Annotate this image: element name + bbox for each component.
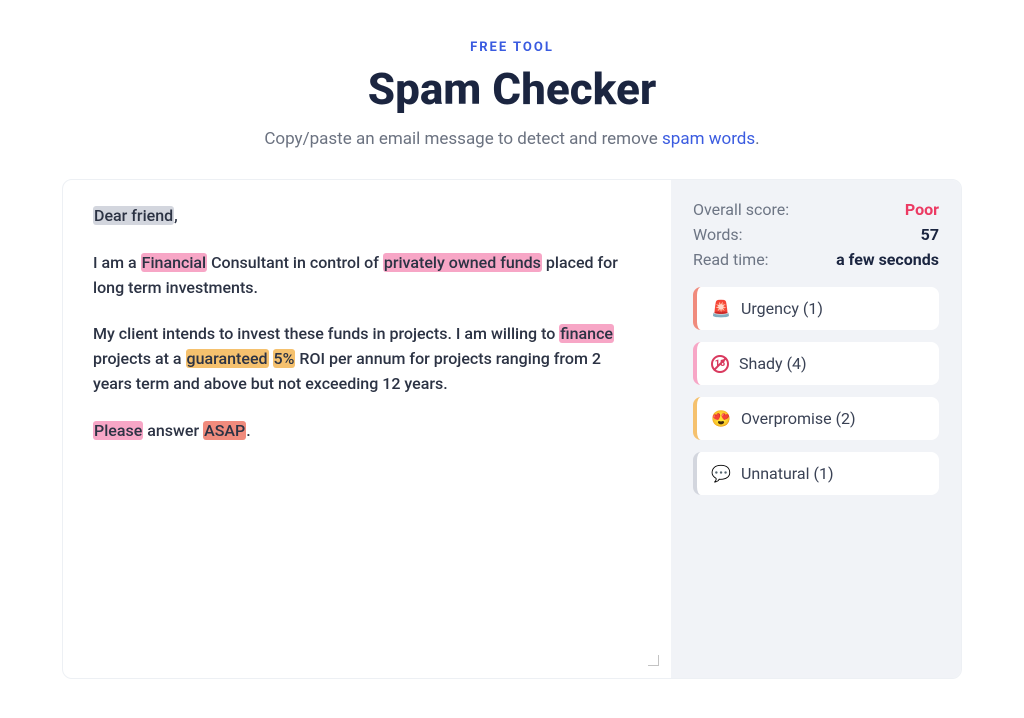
page-title: Spam Checker bbox=[368, 63, 656, 115]
category-label: Overpromise (2) bbox=[741, 409, 856, 428]
email-paragraph: I am a Financial Consultant in control o… bbox=[93, 251, 641, 301]
eyebrow-label: FREE TOOL bbox=[470, 40, 554, 55]
highlight-urgent[interactable]: ASAP bbox=[203, 421, 246, 440]
category-shady[interactable]: 18 Shady (4) bbox=[693, 342, 939, 385]
chat-icon: 💬 bbox=[711, 464, 731, 483]
no-18-icon: 18 bbox=[711, 355, 729, 373]
highlight-unnatural[interactable]: Dear friend bbox=[93, 206, 174, 225]
highlight-shady[interactable]: Please bbox=[93, 421, 143, 440]
siren-icon: 🚨 bbox=[711, 299, 731, 318]
email-paragraph: My client intends to invest these funds … bbox=[93, 322, 641, 396]
stat-words-label: Words: bbox=[693, 225, 743, 244]
stat-overall-label: Overall score: bbox=[693, 200, 789, 219]
category-unnatural[interactable]: 💬 Unnatural (1) bbox=[693, 452, 939, 495]
email-paragraph: Please answer ASAP. bbox=[93, 419, 641, 444]
subtitle-post: . bbox=[755, 129, 759, 149]
category-label: Urgency (1) bbox=[741, 299, 823, 318]
page-subtitle: Copy/paste an email message to detect an… bbox=[264, 129, 759, 149]
highlight-shady[interactable]: Financial bbox=[141, 253, 207, 272]
stat-readtime-label: Read time: bbox=[693, 250, 769, 269]
email-paragraph: Dear friend, bbox=[93, 204, 641, 229]
category-label: Unnatural (1) bbox=[741, 464, 834, 483]
category-label: Shady (4) bbox=[739, 354, 807, 373]
spam-words-link[interactable]: spam words bbox=[662, 129, 755, 149]
stat-words-value: 57 bbox=[921, 225, 939, 244]
stat-readtime-value: a few seconds bbox=[836, 250, 939, 269]
main-panel: Dear friend, I am a Financial Consultant… bbox=[62, 179, 962, 679]
results-sidebar: Overall score: Poor Words: 57 Read time:… bbox=[671, 180, 961, 678]
category-over[interactable]: 😍 Overpromise (2) bbox=[693, 397, 939, 440]
highlight-shady[interactable]: privately owned funds bbox=[383, 253, 542, 272]
highlight-shady[interactable]: finance bbox=[559, 324, 614, 343]
stat-overall-value: Poor bbox=[905, 200, 939, 219]
stat-readtime: Read time: a few seconds bbox=[693, 250, 939, 269]
category-list: 🚨 Urgency (1) 18 Shady (4) 😍 Overpromise (2) 💬… bbox=[693, 287, 939, 495]
subtitle-pre: Copy/paste an email message to detect an… bbox=[264, 129, 662, 149]
stat-overall: Overall score: Poor bbox=[693, 200, 939, 219]
email-editor[interactable]: Dear friend, I am a Financial Consultant… bbox=[63, 180, 671, 678]
heart-eyes-icon: 😍 bbox=[711, 409, 731, 428]
resize-handle[interactable] bbox=[645, 652, 659, 666]
category-urgency[interactable]: 🚨 Urgency (1) bbox=[693, 287, 939, 330]
stat-words: Words: 57 bbox=[693, 225, 939, 244]
highlight-over[interactable]: 5% bbox=[273, 349, 296, 368]
highlight-over[interactable]: guaranteed bbox=[186, 349, 269, 368]
